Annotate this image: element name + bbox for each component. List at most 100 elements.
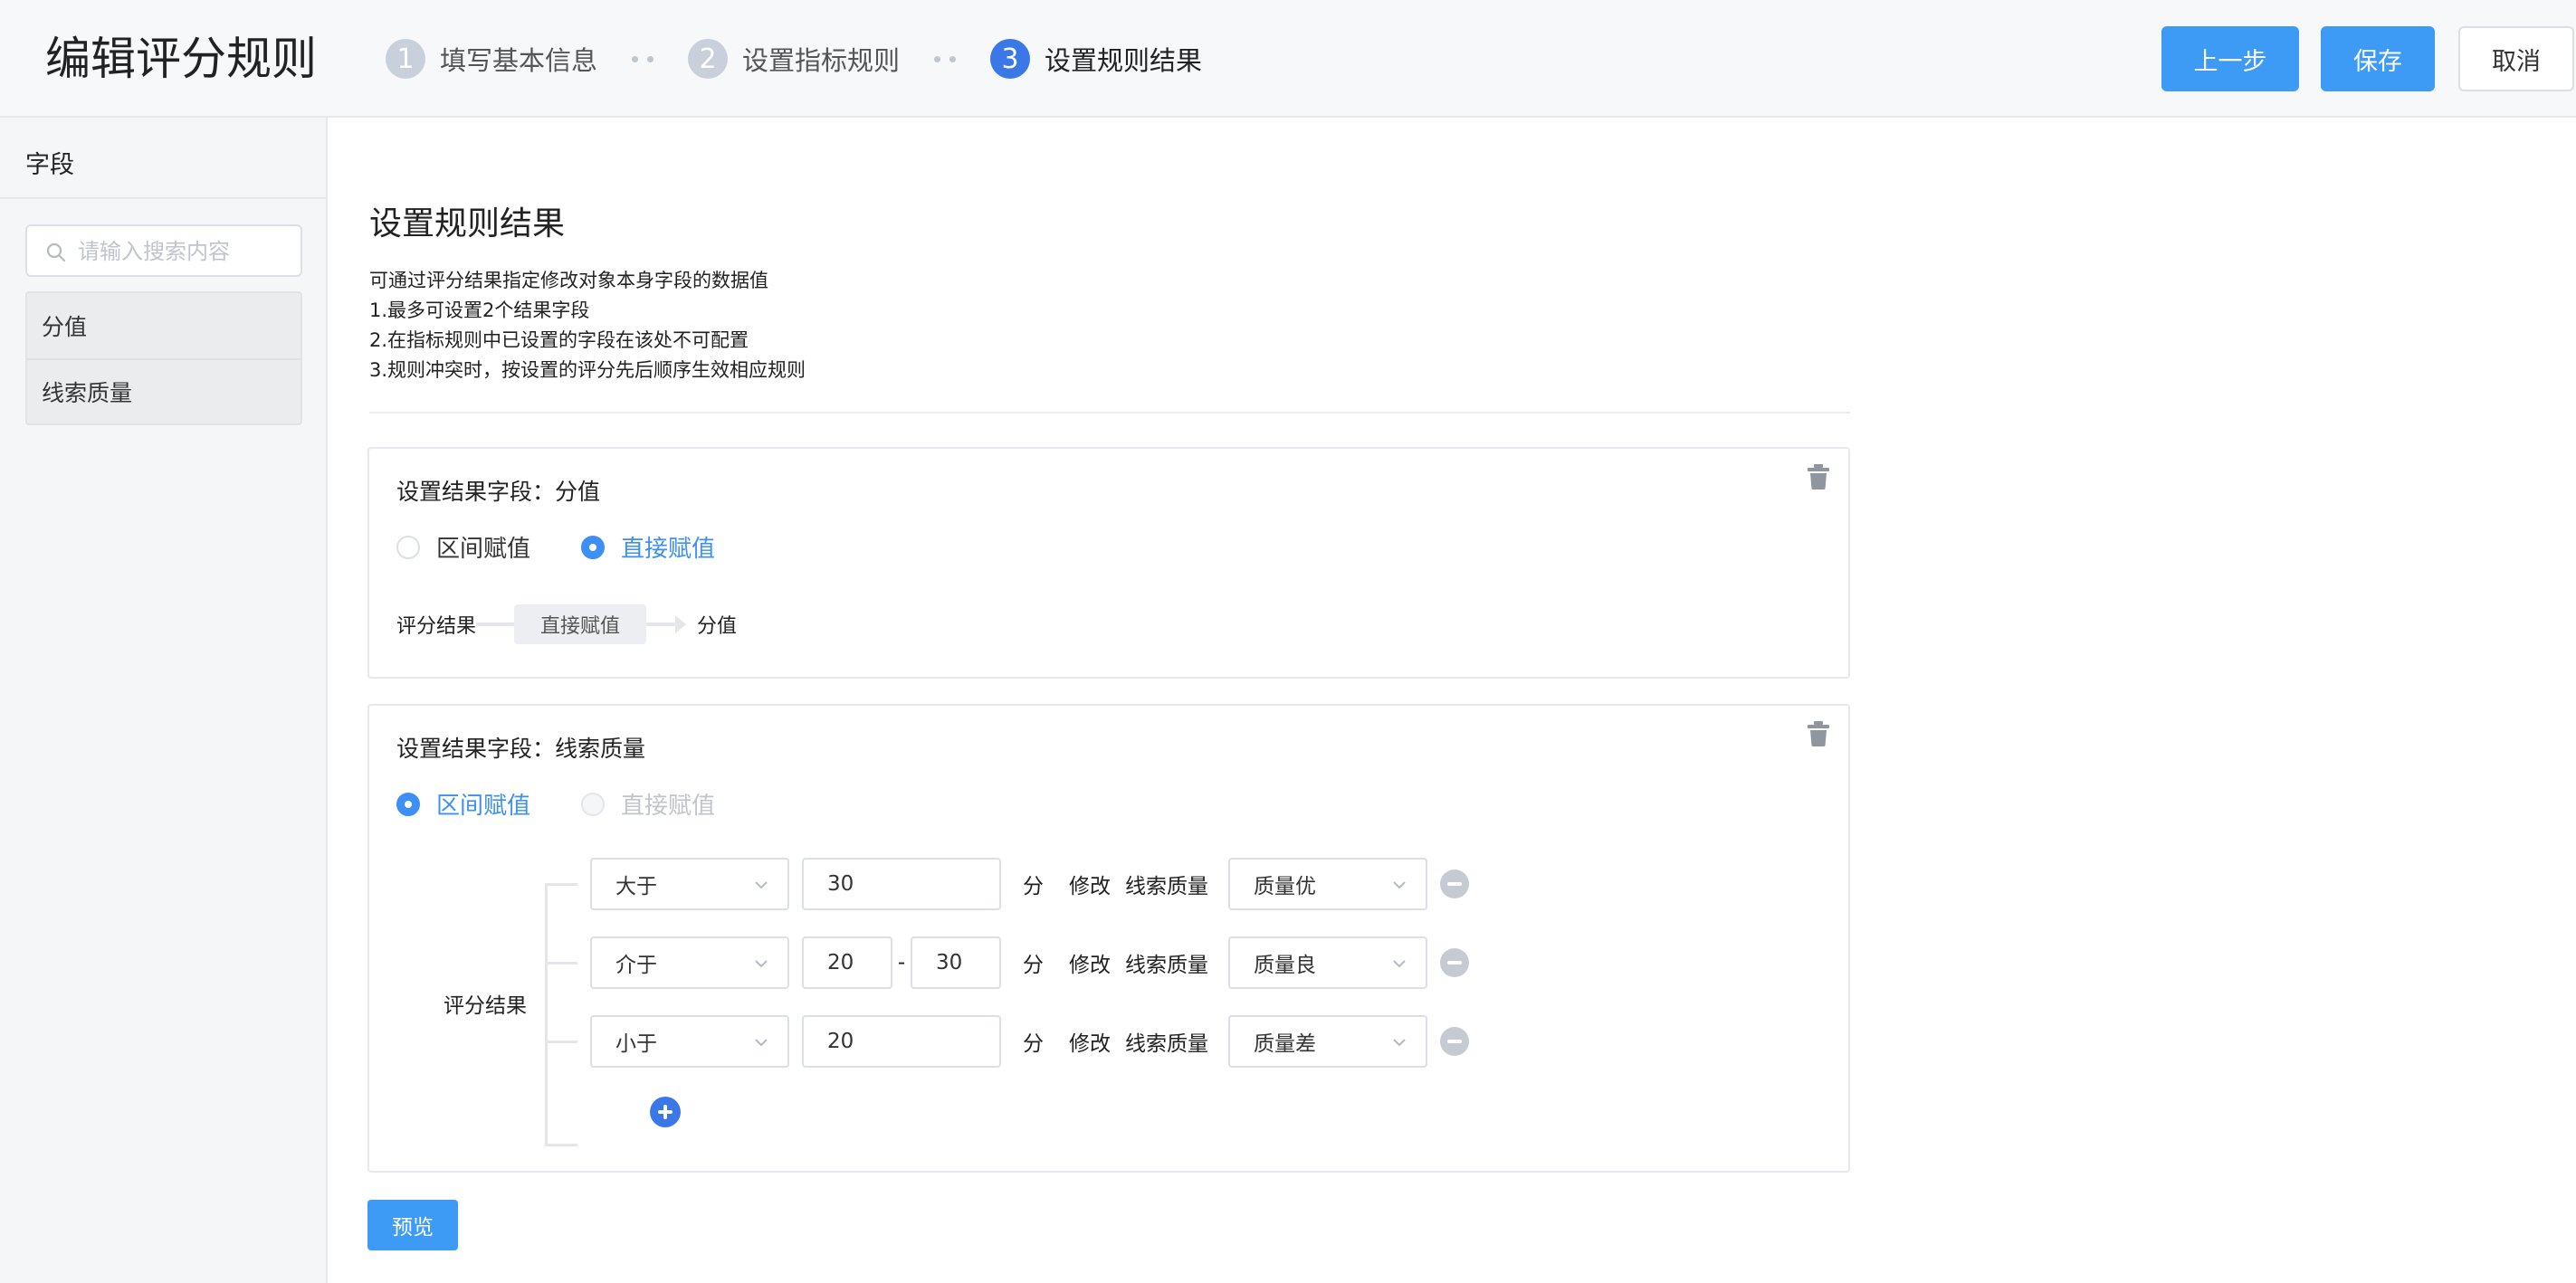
radio-label: 区间赋值 — [436, 536, 531, 563]
remove-rule-button[interactable] — [1440, 870, 1469, 898]
rule-row: 介于 20 - 30 分 修改 线索质量 质量良 — [590, 936, 1469, 989]
assignment-type-radios: 区间赋值 直接赋值 — [396, 530, 766, 564]
search-input[interactable] — [78, 235, 295, 268]
operator-select[interactable]: 介于 — [590, 936, 789, 989]
radio-circle[interactable] — [396, 535, 420, 559]
rule-row: 大于 30 分 修改 线索质量 质量优 — [590, 858, 1469, 910]
cancel-button[interactable]: 取消 — [2458, 26, 2574, 91]
chevron-down-icon — [1393, 1039, 1406, 1047]
card-title-field: 线索质量 — [555, 736, 646, 762]
radio-interval[interactable]: 区间赋值 — [396, 530, 530, 564]
result-select[interactable]: 质量差 — [1228, 1015, 1427, 1068]
step-3-number: 3 — [990, 39, 1031, 79]
remove-rule-button[interactable] — [1440, 948, 1469, 977]
score-min-input[interactable]: 20 — [802, 936, 892, 989]
flow-start: 评分结果 — [396, 615, 477, 638]
step-2-number: 2 — [688, 39, 729, 79]
card-title-prefix: 设置结果字段： — [396, 479, 556, 505]
page-title: 编辑评分规则 — [45, 33, 317, 85]
preview-button[interactable]: 预览 — [367, 1200, 458, 1250]
step-1-label: 填写基本信息 — [440, 45, 598, 76]
radio-interval[interactable]: 区间赋值 — [396, 787, 530, 821]
action-text: 修改 — [1069, 875, 1111, 898]
divider — [369, 412, 1850, 413]
card-title-prefix: 设置结果字段： — [396, 736, 556, 762]
result-value: 质量优 — [1254, 875, 1316, 898]
search-icon — [46, 242, 66, 262]
radio-label: 直接赋值 — [621, 536, 716, 563]
radio-direct: 直接赋值 — [581, 787, 715, 821]
result-field-card-lead-quality: 设置结果字段： 线索质量 区间赋值 直接赋值 评分结果 大于 30 分 修改 线… — [367, 704, 1850, 1173]
rule-bracket-tick — [545, 1144, 577, 1146]
flow-mid: 直接赋值 — [514, 604, 647, 644]
remove-rule-button[interactable] — [1440, 1027, 1469, 1056]
target-field-text: 线索质量 — [1125, 954, 1208, 977]
unit-text: 分 — [1023, 1032, 1044, 1056]
radio-label: 直接赋值 — [621, 793, 716, 820]
chevron-down-icon — [755, 881, 768, 889]
search-box — [25, 224, 302, 277]
field-list: 分值 线索质量 — [25, 291, 302, 425]
chevron-down-icon — [1393, 881, 1406, 889]
add-rule-button[interactable] — [650, 1097, 681, 1127]
step-1-number: 1 — [386, 39, 425, 79]
action-text: 修改 — [1069, 954, 1111, 977]
chevron-down-icon — [1393, 960, 1406, 968]
step-1: 1 填写基本信息 — [386, 39, 597, 79]
operator-value: 大于 — [615, 875, 657, 898]
operator-select[interactable]: 小于 — [590, 1015, 789, 1068]
flow-arrow-icon — [646, 615, 687, 633]
result-field-card-score: 设置结果字段： 分值 区间赋值 直接赋值 评分结果 直接赋值 分值 — [367, 447, 1850, 679]
result-select[interactable]: 质量优 — [1228, 858, 1427, 910]
step-separator — [597, 55, 688, 62]
description-line: 2.在指标规则中已设置的字段在该处不可配置 — [369, 329, 749, 351]
radio-direct[interactable]: 直接赋值 — [581, 530, 715, 564]
radio-label: 区间赋值 — [436, 793, 531, 820]
step-3: 3 设置规则结果 — [990, 39, 1202, 79]
radio-circle-checked[interactable] — [396, 792, 420, 816]
radio-circle-checked[interactable] — [581, 535, 606, 559]
description-line: 可通过评分结果指定修改对象本身字段的数据值 — [369, 270, 768, 291]
card-title: 设置结果字段： 线索质量 — [396, 731, 645, 764]
step-3-label: 设置规则结果 — [1045, 45, 1203, 76]
unit-text: 分 — [1023, 875, 1044, 898]
field-sidebar: 字段 分值 线索质量 — [0, 118, 328, 1283]
step-2-label: 设置指标规则 — [742, 45, 901, 76]
score-max-input[interactable]: 30 — [911, 936, 1001, 989]
trash-icon[interactable] — [1807, 720, 1830, 747]
operator-select[interactable]: 大于 — [590, 858, 789, 910]
rule-label: 评分结果 — [444, 994, 527, 1018]
result-select[interactable]: 质量良 — [1228, 936, 1427, 989]
chevron-down-icon — [755, 1039, 768, 1047]
flow-end: 分值 — [697, 615, 738, 638]
unit-text: 分 — [1023, 954, 1044, 977]
step-separator — [900, 55, 990, 62]
result-value: 质量良 — [1254, 954, 1316, 977]
sidebar-title: 字段 — [25, 151, 74, 179]
score-input[interactable]: 20 — [802, 1015, 1001, 1068]
save-button[interactable]: 保存 — [2321, 26, 2435, 91]
result-value: 质量差 — [1254, 1032, 1316, 1056]
score-input[interactable]: 30 — [802, 858, 1001, 910]
description-line: 1.最多可设置2个结果字段 — [369, 299, 590, 321]
operator-value: 介于 — [615, 954, 657, 977]
rule-bracket-tick — [545, 883, 577, 886]
card-title: 设置结果字段： 分值 — [396, 474, 600, 507]
rule-bracket — [545, 883, 548, 1145]
flow-connector — [476, 622, 515, 626]
field-item-score[interactable]: 分值 — [27, 293, 301, 358]
assignment-type-radios: 区间赋值 直接赋值 — [396, 787, 766, 821]
trash-icon[interactable] — [1807, 463, 1830, 490]
rule-bracket-tick — [545, 1041, 577, 1043]
main-content: 设置规则结果 可通过评分结果指定修改对象本身字段的数据值 1.最多可设置2个结果… — [328, 118, 2576, 1283]
field-item-lead-quality[interactable]: 线索质量 — [27, 358, 301, 423]
operator-value: 小于 — [615, 1032, 657, 1056]
page-header: 编辑评分规则 1 填写基本信息 2 设置指标规则 3 设置规则结果 上一步 保存… — [0, 0, 2576, 118]
rule-row: 小于 20 分 修改 线索质量 质量差 — [590, 1015, 1469, 1068]
radio-circle-disabled — [581, 792, 606, 816]
step-2: 2 设置指标规则 — [688, 39, 900, 79]
prev-step-button[interactable]: 上一步 — [2161, 26, 2299, 91]
rule-bracket-tick — [545, 962, 577, 965]
card-title-field: 分值 — [555, 479, 601, 505]
range-separator: - — [897, 951, 906, 974]
